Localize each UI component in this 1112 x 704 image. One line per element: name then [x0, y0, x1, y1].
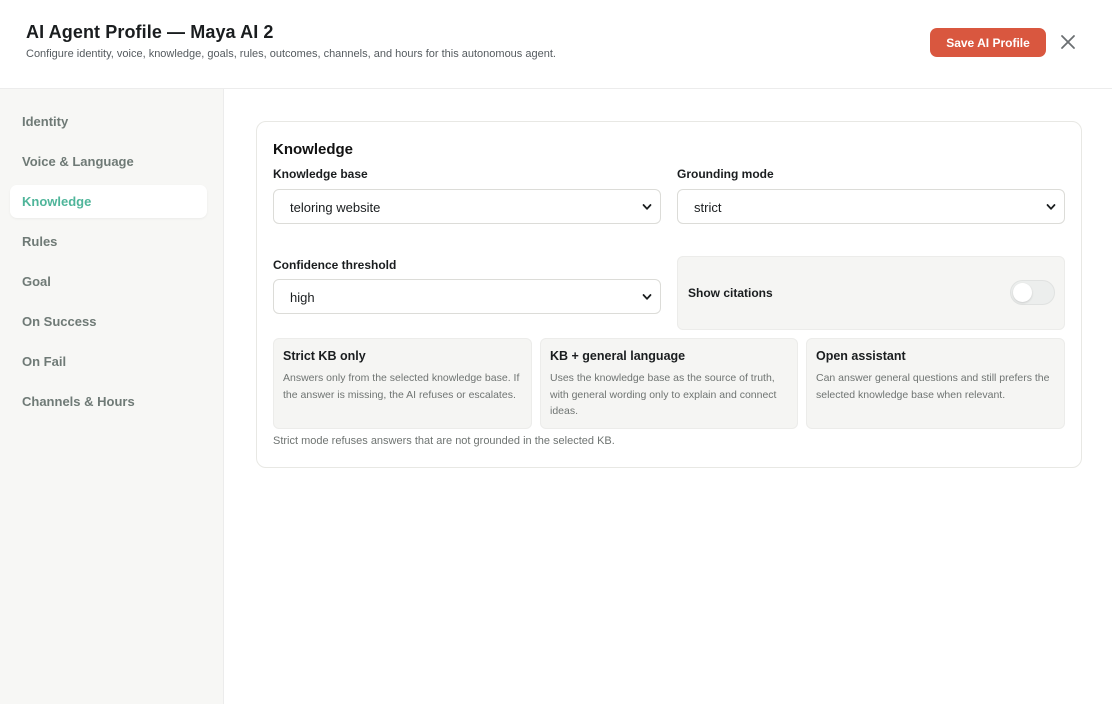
confidence-threshold-select[interactable]: high — [273, 279, 661, 314]
mode-option-open-assistant[interactable]: Open assistant Can answer general questi… — [806, 338, 1065, 429]
mode-option-description: Can answer general questions and still p… — [816, 372, 1050, 401]
main-content: Knowledge Knowledge base teloring websit… — [224, 89, 1112, 704]
show-citations-panel: Show citations — [677, 256, 1065, 330]
knowledge-card: Knowledge Knowledge base teloring websit… — [256, 121, 1082, 468]
ai-agent-profile-modal: AI Agent Profile — Maya AI 2 Configure i… — [0, 0, 1112, 704]
grounding-mode-label: Grounding mode — [677, 167, 774, 181]
sidebar: Identity Voice & Language Knowledge Rule… — [0, 89, 224, 704]
mode-option-kb-general[interactable]: KB + general language Uses the knowledge… — [540, 338, 798, 429]
show-citations-toggle[interactable] — [1010, 280, 1055, 305]
confidence-threshold-value: high — [290, 290, 315, 305]
grounding-note: Strict mode refuses answers that are not… — [273, 435, 615, 447]
section-title: Knowledge — [273, 141, 354, 158]
modal-header: AI Agent Profile — Maya AI 2 Configure i… — [0, 0, 1112, 89]
grounding-mode-value: strict — [694, 200, 722, 215]
knowledge-base-select[interactable]: teloring website — [273, 189, 661, 224]
mode-option-title: KB + general language — [550, 349, 686, 363]
sidebar-item-rules[interactable]: Rules — [10, 225, 207, 258]
chevron-down-icon — [642, 204, 652, 210]
page-subtitle: Configure identity, voice, knowledge, go… — [26, 48, 556, 60]
chevron-down-icon — [1046, 204, 1056, 210]
show-citations-label: Show citations — [688, 286, 773, 300]
mode-option-title: Open assistant — [816, 349, 906, 363]
mode-option-title: Strict KB only — [283, 349, 366, 363]
close-icon — [1061, 35, 1075, 49]
page-title: AI Agent Profile — Maya AI 2 — [26, 22, 274, 42]
sidebar-item-goal[interactable]: Goal — [10, 265, 207, 298]
grounding-mode-select[interactable]: strict — [677, 189, 1065, 224]
save-ai-profile-button[interactable]: Save AI Profile — [930, 28, 1046, 57]
sidebar-item-on-success[interactable]: On Success — [10, 305, 207, 338]
knowledge-base-label: Knowledge base — [273, 167, 368, 181]
chevron-down-icon — [642, 294, 652, 300]
sidebar-item-knowledge[interactable]: Knowledge — [10, 185, 207, 218]
sidebar-item-voice-language[interactable]: Voice & Language — [10, 145, 207, 178]
confidence-threshold-label: Confidence threshold — [273, 258, 397, 272]
toggle-knob — [1013, 283, 1032, 302]
mode-option-description: Answers only from the selected knowledge… — [283, 372, 520, 401]
sidebar-item-channels-hours[interactable]: Channels & Hours — [10, 385, 207, 418]
mode-option-description: Uses the knowledge base as the source of… — [550, 372, 777, 417]
knowledge-base-value: teloring website — [290, 200, 381, 215]
sidebar-item-on-fail[interactable]: On Fail — [10, 345, 207, 378]
close-button[interactable] — [1058, 32, 1078, 52]
mode-option-strict-kb[interactable]: Strict KB only Answers only from the sel… — [273, 338, 532, 429]
sidebar-item-identity[interactable]: Identity — [10, 105, 207, 138]
